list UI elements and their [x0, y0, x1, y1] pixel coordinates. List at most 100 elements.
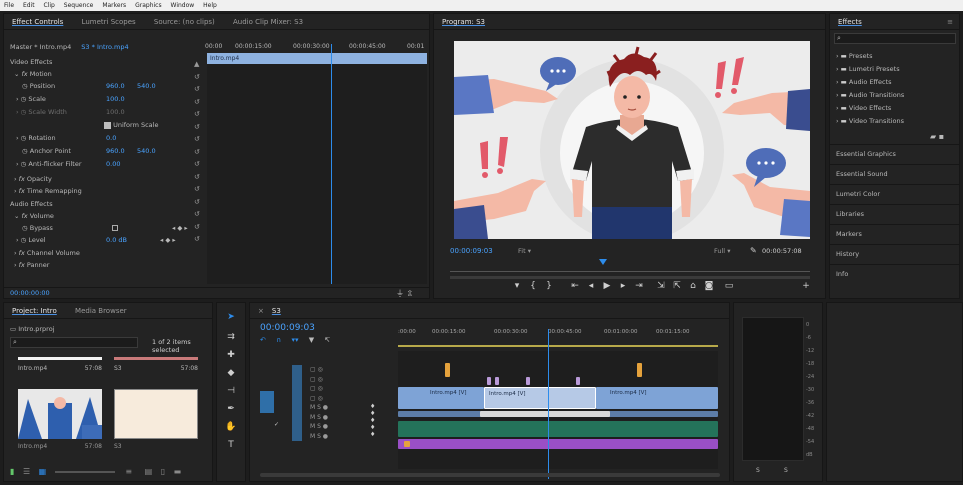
reset-icon[interactable]: ↺ [194, 183, 204, 196]
delete-icon[interactable]: ▬ [174, 467, 182, 476]
keyframe-nav-icon[interactable]: ◂ ◆ ▸ [172, 223, 188, 233]
section-history[interactable]: History [830, 244, 959, 264]
marker-clip[interactable] [576, 377, 580, 385]
section-lumetri-color[interactable]: Lumetri Color [830, 184, 959, 204]
anchor-x[interactable]: 960.0 [106, 146, 125, 156]
track-area[interactable]: Intro.mp4 [V] Intro.mp4 [V] Intro.mp4 [V… [398, 351, 718, 469]
menu-clip[interactable]: Clip [44, 2, 55, 9]
add-marker-icon[interactable]: ▾▾ [291, 336, 298, 344]
reset-icon[interactable]: ↺ [194, 71, 204, 84]
panner-row[interactable]: › fx Panner [14, 260, 429, 270]
reset-icon[interactable]: ↺ [194, 208, 204, 221]
step-back-icon[interactable]: ◂ [585, 280, 597, 292]
pen-tool-icon[interactable]: ✒ [225, 403, 237, 415]
section-libraries[interactable]: Libraries [830, 204, 959, 224]
transition-bar[interactable] [480, 411, 610, 417]
tab-effect-controls[interactable]: Effect Controls [4, 14, 71, 30]
reset-icon[interactable]: ↺ [194, 233, 204, 246]
reset-icon[interactable]: ▲ [194, 58, 204, 71]
type-tool-icon[interactable]: T [225, 439, 237, 451]
anchor-y[interactable]: 540.0 [137, 146, 156, 156]
step-forward-icon[interactable]: ▸ [617, 280, 629, 292]
tab-audio-clip-mixer[interactable]: Audio Clip Mixer: S3 [225, 14, 311, 30]
program-ruler[interactable] [450, 266, 810, 272]
section-essential-graphics[interactable]: Essential Graphics [830, 144, 959, 164]
slip-tool-icon[interactable]: ⊣ [225, 385, 237, 397]
track-header-row[interactable]: ▢ ◎ [310, 375, 328, 385]
reset-icon[interactable]: ↺ [194, 121, 204, 134]
add-marker-icon[interactable]: ▾ [511, 280, 523, 292]
menu-graphics[interactable]: Graphics [135, 2, 162, 9]
project-item-thumbnail[interactable] [114, 389, 198, 439]
menu-file[interactable]: File [4, 2, 14, 9]
comparison-view-icon[interactable]: ▭ [723, 280, 735, 292]
effects-folder-item[interactable]: › ▬ Video Transitions [836, 115, 904, 128]
clip-label[interactable]: S3 * Intro.mp4 [81, 43, 128, 51]
menu-sequence[interactable]: Sequence [64, 2, 94, 9]
source-patch-v1[interactable] [260, 391, 274, 413]
opacity-row[interactable]: › fx Opacity [14, 174, 429, 184]
effects-search-field[interactable]: ⌕ [834, 33, 956, 44]
go-to-out-icon[interactable]: ⇥ [633, 280, 645, 292]
audio-clip[interactable] [398, 421, 718, 437]
scale-width-value[interactable]: 100.0 [106, 107, 125, 117]
track-target-column[interactable] [292, 365, 302, 441]
marker-icon[interactable]: ▼ [309, 336, 314, 344]
sort-icon[interactable]: ≡ [125, 467, 132, 476]
reset-icon[interactable]: ↺ [194, 196, 204, 209]
effects-search-input[interactable] [847, 34, 951, 43]
reset-icon[interactable]: ↺ [194, 96, 204, 109]
menu-edit[interactable]: Edit [23, 2, 35, 9]
lift-icon[interactable]: ⌂ [687, 280, 699, 292]
marker-clip[interactable] [487, 377, 491, 385]
reset-icon[interactable]: ↺ [194, 83, 204, 96]
motion-row[interactable]: ⌄ fx Motion [14, 69, 429, 79]
mark-in-icon[interactable]: { [527, 280, 539, 292]
quality-dropdown[interactable]: Full ▾ [714, 247, 730, 255]
icon-view-icon[interactable]: ▦ [39, 467, 47, 476]
keyframe-nav-icon[interactable]: ◂ ◆ ▸ [160, 235, 176, 245]
source-label[interactable]: Master * Intro.mp4 [10, 43, 71, 51]
track-header-row[interactable]: M S ● [310, 413, 328, 423]
chevron-down-icon[interactable]: ⌄ [14, 70, 22, 78]
section-essential-sound[interactable]: Essential Sound [830, 164, 959, 184]
track-lock-icon[interactable]: ✓ [274, 421, 279, 428]
tab-source[interactable]: Source: (no clips) [146, 14, 223, 30]
anti-flicker-value[interactable]: 0.00 [106, 159, 120, 169]
new-bin-icon[interactable]: ▰ ▪ [930, 132, 944, 141]
reset-icon[interactable]: ↺ [194, 108, 204, 121]
tab-sequence[interactable]: S3 [272, 303, 289, 319]
uniform-scale-checkbox[interactable] [104, 121, 111, 129]
timeline-ruler[interactable]: :00:00 00:00:15:00 00:00:30:00 00:00:45:… [398, 329, 718, 343]
marker-clip[interactable] [495, 377, 499, 385]
close-icon[interactable]: × [250, 303, 272, 319]
video-clip[interactable]: Intro.mp4 [V] [596, 387, 718, 409]
razor-tool-icon[interactable]: ◆ [225, 367, 237, 379]
tab-effects[interactable]: Effects [830, 14, 870, 30]
new-item-icon[interactable]: ▯ [161, 467, 165, 476]
marker-clip[interactable] [445, 363, 450, 377]
play-icon[interactable]: ▶ [601, 280, 613, 292]
add-button-icon[interactable]: + [800, 280, 812, 292]
track-header-row[interactable]: M S ● [310, 432, 328, 442]
wrench-icon[interactable]: ✎ [750, 246, 757, 255]
snap-icon[interactable]: ↶ [260, 336, 266, 344]
reset-icon[interactable]: ↺ [194, 133, 204, 146]
video-clip-selected[interactable]: Intro.mp4 [V] [484, 387, 596, 409]
work-area-bar[interactable] [398, 345, 718, 347]
stopwatch-icon[interactable]: ◷ [22, 82, 30, 90]
track-header-row[interactable]: ▢ ◎ [310, 384, 328, 394]
wrench-icon[interactable]: ↸ [324, 336, 330, 344]
effect-controls-ruler[interactable]: 00:00 00:00:15:00 00:00:30:00 00:00:45:0… [201, 41, 429, 53]
new-bin-icon[interactable]: ▤ [145, 467, 153, 476]
lock-icon[interactable]: ▮ [10, 467, 14, 476]
ripple-edit-tool-icon[interactable]: ✚ [225, 349, 237, 361]
marker-clip[interactable] [404, 441, 410, 447]
position-x[interactable]: 960.0 [106, 81, 125, 91]
scale-value[interactable]: 100.0 [106, 94, 125, 104]
program-playhead[interactable] [599, 259, 607, 265]
time-remapping-row[interactable]: › fx Time Remapping [14, 186, 429, 196]
tab-lumetri-scopes[interactable]: Lumetri Scopes [74, 14, 144, 30]
zoom-slider[interactable] [54, 470, 115, 473]
project-search-input[interactable]: ⌕ [10, 337, 138, 348]
